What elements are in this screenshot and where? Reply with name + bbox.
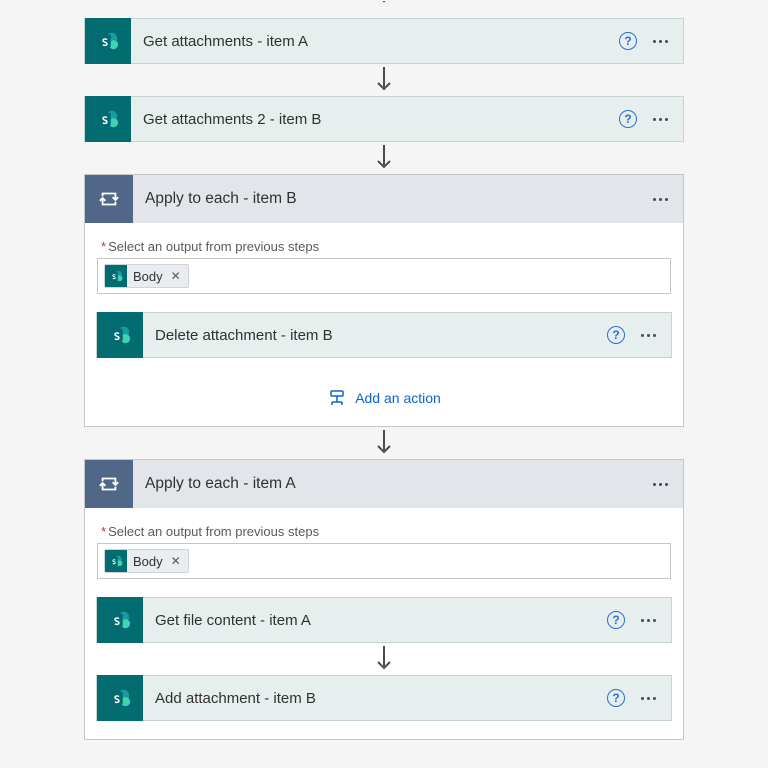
connector-arrow <box>374 0 394 18</box>
action-add-attachment-b[interactable]: Add attachment - item B ? <box>96 675 672 721</box>
token-label: Body <box>127 269 169 284</box>
sharepoint-icon <box>85 96 131 142</box>
sharepoint-icon <box>85 18 131 64</box>
action-title: Get file content - item A <box>143 612 607 629</box>
connector-arrow <box>374 643 394 675</box>
dynamic-token[interactable]: Body ✕ <box>104 549 189 573</box>
add-action-label: Add an action <box>355 390 441 406</box>
field-label: *Select an output from previous steps <box>101 524 671 539</box>
sharepoint-icon <box>97 312 143 358</box>
dynamic-token[interactable]: Body ✕ <box>104 264 189 288</box>
action-get-attachments-b[interactable]: Get attachments 2 - item B ? <box>84 96 684 142</box>
action-title: Get attachments - item A <box>131 33 619 50</box>
output-select-field[interactable]: Body ✕ <box>97 258 671 294</box>
loop-icon <box>85 175 133 223</box>
action-title: Get attachments 2 - item B <box>131 111 619 128</box>
more-menu-icon[interactable] <box>639 697 657 700</box>
output-select-field[interactable]: Body ✕ <box>97 543 671 579</box>
loop-header[interactable]: Apply to each - item A <box>85 460 683 508</box>
loop-apply-each-a: Apply to each - item A *Select an output… <box>84 459 684 740</box>
action-title: Delete attachment - item B <box>143 327 607 344</box>
close-icon[interactable]: ✕ <box>169 554 188 568</box>
more-menu-icon[interactable] <box>651 40 669 43</box>
sharepoint-icon <box>105 550 127 572</box>
loop-title: Apply to each - item A <box>133 475 651 493</box>
loop-apply-each-b: Apply to each - item B *Select an output… <box>84 174 684 427</box>
loop-header[interactable]: Apply to each - item B <box>85 175 683 223</box>
connector-arrow <box>374 142 394 174</box>
field-label: *Select an output from previous steps <box>101 239 671 254</box>
more-menu-icon[interactable] <box>651 118 669 121</box>
action-title: Add attachment - item B <box>143 690 607 707</box>
more-menu-icon[interactable] <box>651 198 669 201</box>
flow-canvas: Get attachments - item A ? Get attachmen… <box>0 0 768 740</box>
action-delete-attachment-b[interactable]: Delete attachment - item B ? <box>96 312 672 358</box>
more-menu-icon[interactable] <box>639 619 657 622</box>
connector-arrow <box>374 427 394 459</box>
add-action-icon <box>327 388 347 408</box>
sharepoint-icon <box>97 597 143 643</box>
help-icon[interactable]: ? <box>619 32 637 50</box>
help-icon[interactable]: ? <box>607 326 625 344</box>
loop-title: Apply to each - item B <box>133 190 651 208</box>
more-menu-icon[interactable] <box>639 334 657 337</box>
loop-icon <box>85 460 133 508</box>
sharepoint-icon <box>97 675 143 721</box>
action-get-file-content-a[interactable]: Get file content - item A ? <box>96 597 672 643</box>
close-icon[interactable]: ✕ <box>169 269 188 283</box>
more-menu-icon[interactable] <box>651 483 669 486</box>
add-action-button[interactable]: Add an action <box>327 388 441 408</box>
help-icon[interactable]: ? <box>607 611 625 629</box>
help-icon[interactable]: ? <box>607 689 625 707</box>
sharepoint-icon <box>105 265 127 287</box>
token-label: Body <box>127 554 169 569</box>
action-get-attachments-a[interactable]: Get attachments - item A ? <box>84 18 684 64</box>
help-icon[interactable]: ? <box>619 110 637 128</box>
connector-arrow <box>374 64 394 96</box>
